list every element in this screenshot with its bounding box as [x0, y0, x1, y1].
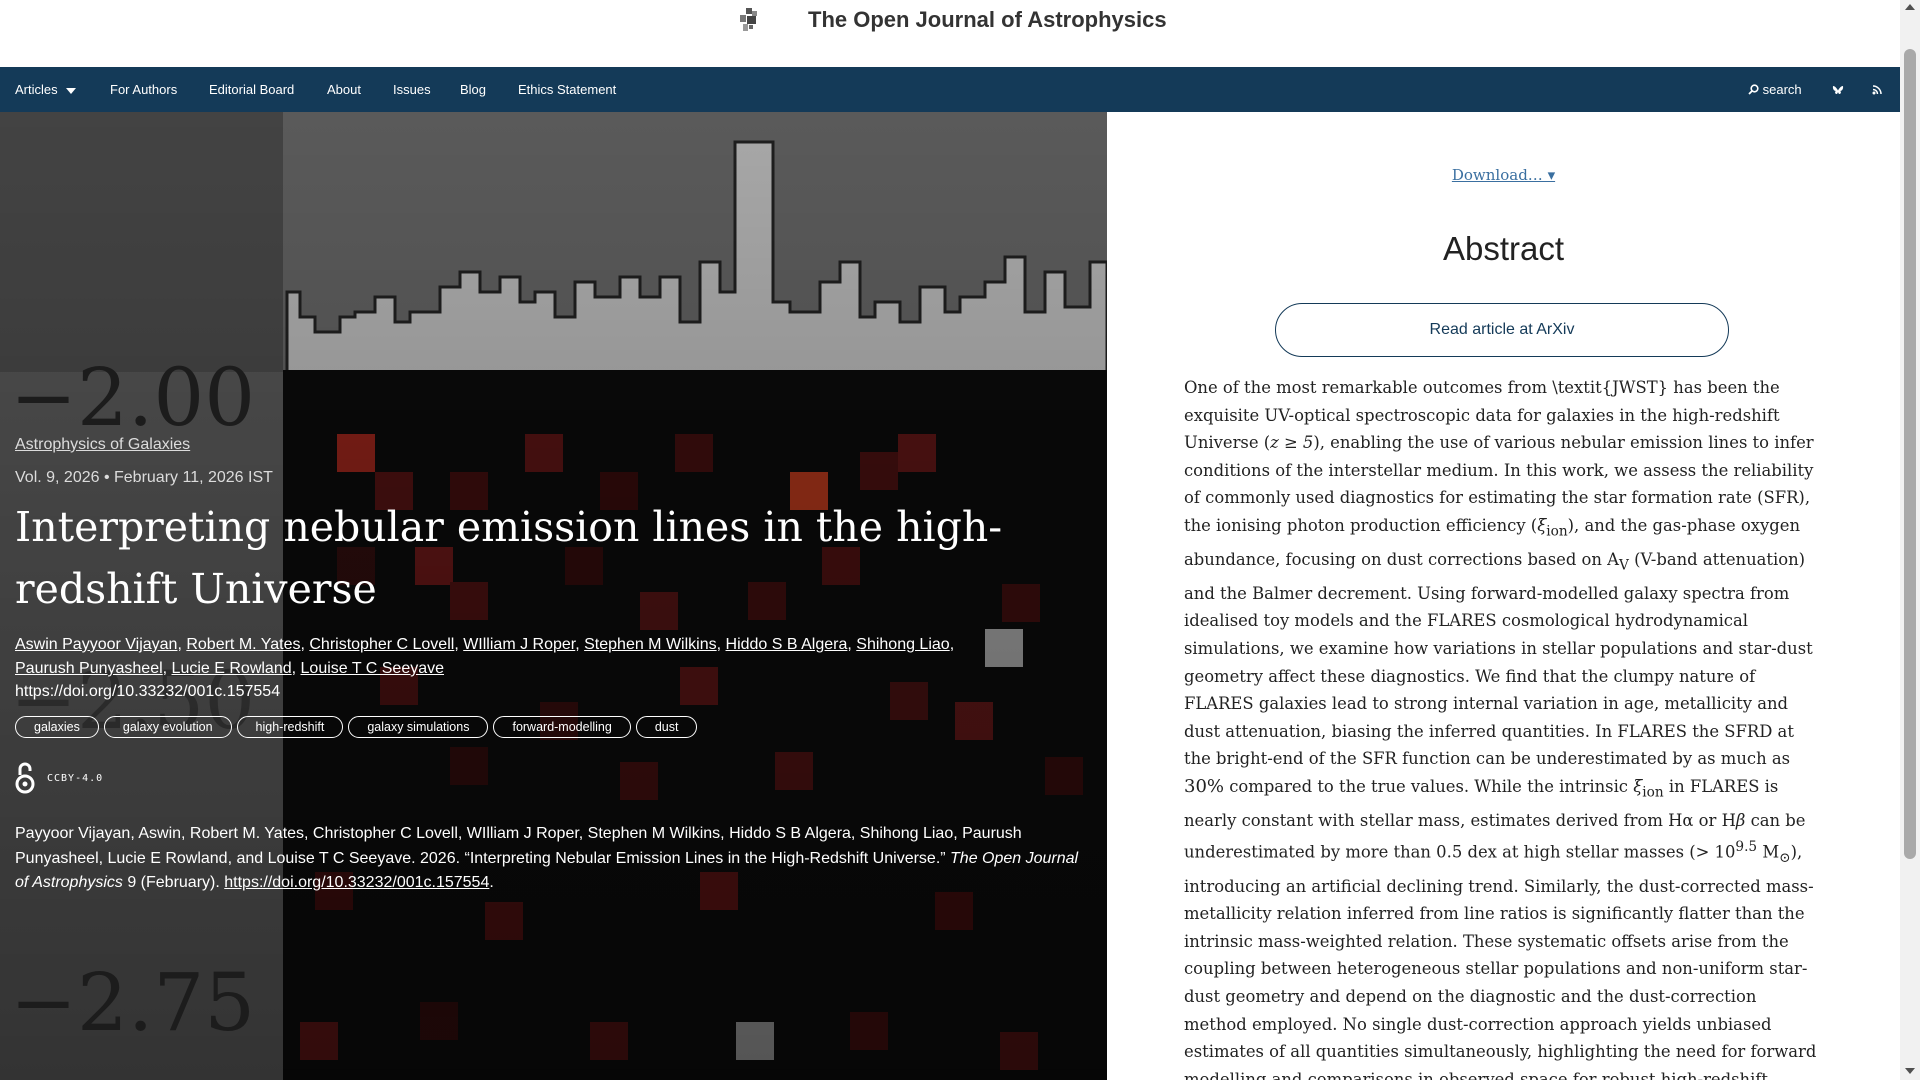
abstract-heading: Abstract — [1442, 230, 1565, 267]
author-link[interactable]: WIlliam J Roper — [463, 636, 575, 653]
bg-axis-label: −2.00 — [10, 351, 255, 444]
tag-pill[interactable]: galaxy evolution — [103, 716, 232, 738]
author-link[interactable]: Christopher C Lovell — [309, 636, 454, 653]
bg-axis-label: −2.75 — [10, 956, 255, 1049]
nav-ethics-statement[interactable]: Ethics Statement — [518, 67, 616, 112]
download-dropdown[interactable]: Download… ▾ — [1107, 166, 1900, 184]
category-link[interactable]: Astrophysics of Galaxies — [15, 436, 190, 454]
nav-search-label: search — [1762, 82, 1802, 97]
abstract-part: ), introducing an artificial declining t… — [1184, 842, 1817, 1080]
tag-pill[interactable]: forward-modelling — [493, 716, 631, 738]
abstract-math: β — [1735, 810, 1746, 830]
citation-volume: 9 (February). — [122, 874, 225, 891]
abstract-math: M — [1757, 842, 1780, 862]
abstract-math: ξ — [1537, 515, 1547, 535]
abstract-math: z ≥ 5 — [1270, 433, 1314, 453]
abstract-math-sub: ion — [1546, 523, 1568, 540]
license-label: CCBY-4.0 — [47, 772, 104, 784]
nav-search[interactable]: search — [1748, 67, 1802, 112]
nav-editorial-board[interactable]: Editorial Board — [209, 67, 294, 112]
citation-doi-link[interactable]: https://doi.org/10.33232/001c.157554 — [224, 874, 489, 891]
author-separator: , — [847, 636, 857, 653]
issue-date: Vol. 9, 2026 • February 11, 2026 IST — [15, 469, 273, 486]
main-nav: Articles For Authors Editorial Board Abo… — [0, 67, 1900, 112]
author-link[interactable]: Paurush Punyasheel — [15, 660, 163, 677]
abstract-math-sup: 9.5 — [1735, 839, 1758, 856]
author-separator: , — [162, 660, 172, 677]
abstract-math-sub: ion — [1642, 784, 1664, 801]
abstract-part: (V-band attenuation) and the Balmer decr… — [1184, 549, 1813, 769]
tag-pill[interactable]: galaxy simulations — [348, 716, 489, 738]
caret-down-icon — [65, 87, 76, 94]
author-link[interactable]: Louise T C Seeyave — [301, 660, 445, 677]
author-separator: , — [716, 636, 726, 653]
citation-body: Payyoor Vijayan, Aswin, Robert M. Yates,… — [15, 825, 1022, 867]
abstract-text: One of the most remarkable outcomes from… — [1184, 374, 1824, 1080]
abstract-math: 30% — [1184, 775, 1225, 797]
nav-blog[interactable]: Blog — [460, 67, 486, 112]
author-separator: , — [575, 636, 585, 653]
scroll-down-arrow-icon[interactable] — [1905, 1068, 1915, 1074]
citation-end: . — [489, 874, 494, 891]
doi-text: https://doi.org/10.33232/001c.157554 — [15, 683, 281, 700]
abstract-part: compared to the true values. While the i… — [1224, 776, 1634, 796]
scroll-up-arrow-icon[interactable] — [1905, 4, 1915, 10]
bluesky-icon — [1832, 86, 1844, 94]
author-separator: , — [454, 636, 464, 653]
author-link[interactable]: Robert M. Yates — [186, 636, 300, 653]
abstract-math-sub: V — [1619, 557, 1629, 574]
abstract-panel: Download… ▾ Abstract Read article at ArX… — [1107, 112, 1900, 1080]
journal-logo-icon[interactable] — [737, 7, 759, 33]
bluesky-link[interactable] — [1832, 67, 1844, 112]
tag-list: galaxies galaxy evolution high-redshift gal… — [15, 716, 698, 738]
search-icon — [1748, 84, 1759, 95]
rss-icon — [1872, 85, 1882, 95]
citation-text: Payyoor Vijayan, Aswin, Robert M. Yates,… — [15, 822, 1095, 896]
author-link[interactable]: Aswin Payyoor Vijayan — [15, 636, 177, 653]
author-link[interactable]: Shihong Liao — [856, 636, 949, 653]
tag-pill[interactable]: galaxies — [15, 716, 99, 738]
article-hero: −2.00 −2.50 −2.75 Astrophysics of Galaxi… — [0, 112, 1107, 1080]
author-link[interactable]: Stephen M Wilkins — [584, 636, 717, 653]
author-link[interactable]: Lucie E Rowland — [172, 660, 292, 677]
tag-pill[interactable]: dust — [635, 716, 698, 738]
author-list: Aswin Payyoor Vijayan, Robert M. Yates, … — [15, 633, 1015, 681]
abstract-math: > 10 — [1695, 842, 1736, 862]
nav-articles-dropdown[interactable]: Articles — [15, 67, 76, 112]
site-header: The Open Journal of Astrophysics — [0, 0, 1900, 67]
tag-pill[interactable]: high-redshift — [236, 716, 344, 738]
page-scrollbar[interactable] — [1900, 0, 1920, 1080]
nav-articles-label: Articles — [15, 82, 58, 97]
site-title[interactable]: The Open Journal of Astrophysics — [808, 7, 1167, 33]
author-separator: , — [177, 636, 187, 653]
author-separator: , — [291, 660, 301, 677]
scrollbar-thumb[interactable] — [1904, 49, 1916, 859]
author-link[interactable]: Hiddo S B Algera — [726, 636, 848, 653]
open-access-icon — [15, 762, 35, 794]
nav-issues[interactable]: Issues — [393, 67, 431, 112]
nav-for-authors[interactable]: For Authors — [110, 67, 177, 112]
author-separator: , — [949, 636, 955, 653]
license-badge[interactable]: CCBY-4.0 — [15, 760, 103, 796]
abstract-math: ξ — [1633, 776, 1643, 796]
rss-link[interactable] — [1872, 67, 1882, 112]
article-title: Interpreting nebular emission lines in t… — [15, 503, 1003, 613]
nav-about[interactable]: About — [327, 67, 361, 112]
abstract-math-sub: ⊙ — [1779, 850, 1791, 867]
read-arxiv-button[interactable]: Read article at ArXiv — [1275, 303, 1729, 357]
